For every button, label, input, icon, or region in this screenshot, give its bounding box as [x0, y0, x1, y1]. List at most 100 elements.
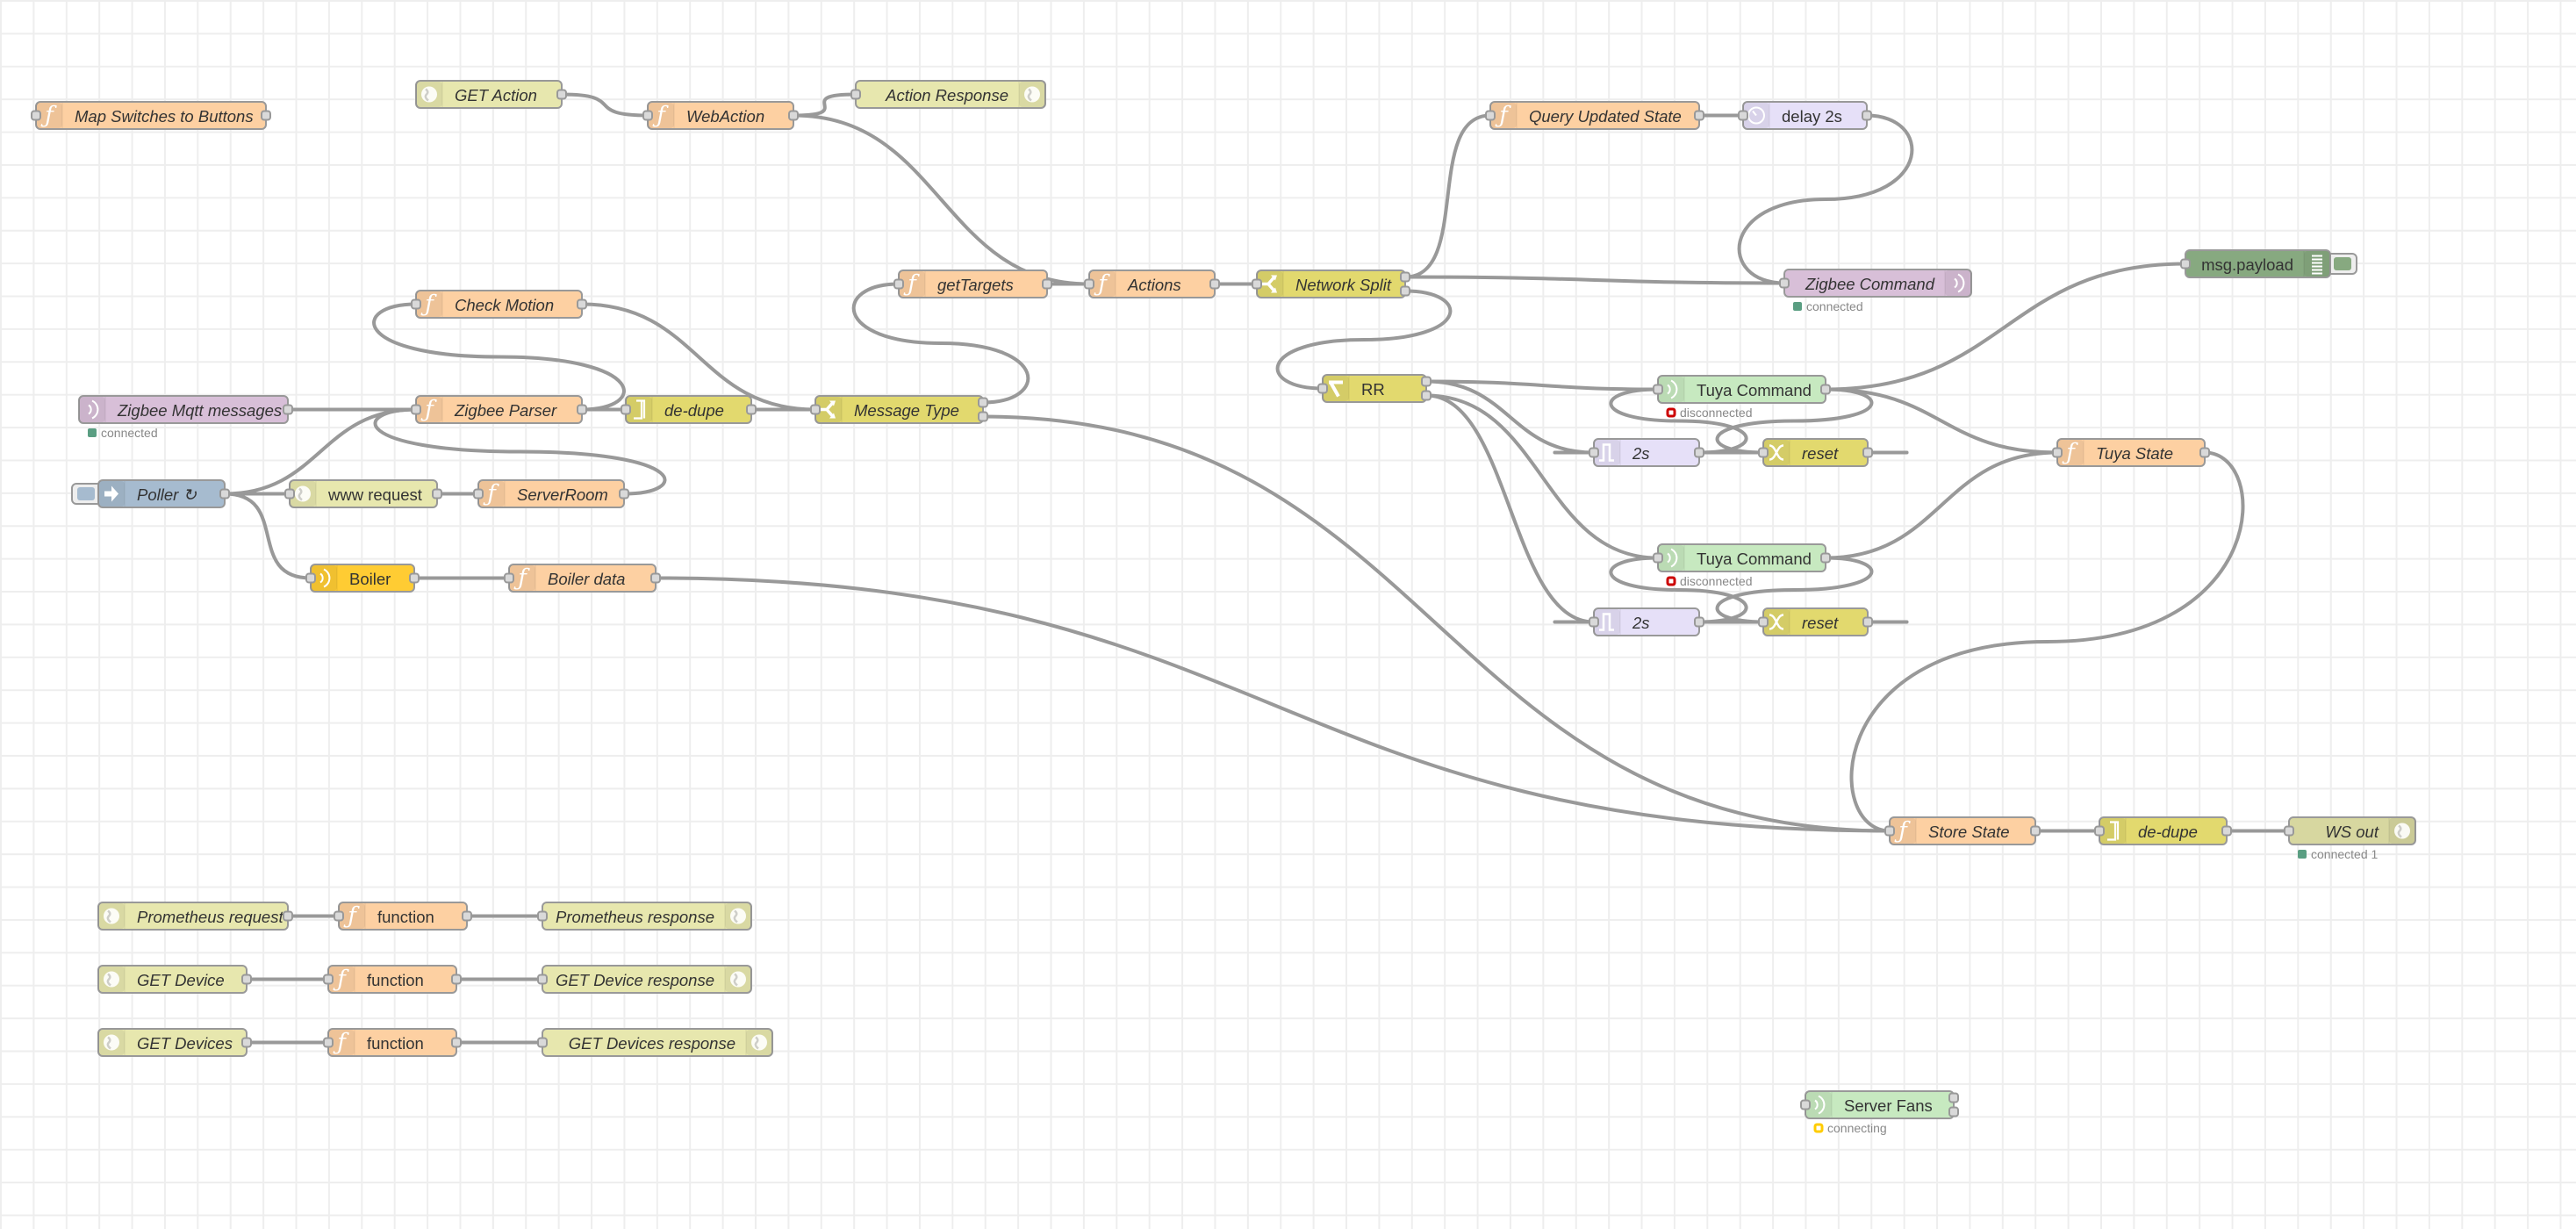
- node-trigger-2s-1[interactable]: 2s: [1589, 438, 1704, 467]
- node-check-motion[interactable]: ƒ Check Motion: [411, 290, 587, 319]
- node-message-type[interactable]: Message Type: [810, 395, 988, 424]
- input-port[interactable]: [2094, 825, 2105, 837]
- output-port[interactable]: [1421, 390, 1432, 401]
- output-port[interactable]: [2030, 825, 2041, 837]
- output-port[interactable]: [1820, 552, 1831, 564]
- node-boiler[interactable]: Boiler: [305, 564, 420, 593]
- node-tuya-command-1[interactable]: Tuya Command disconnected: [1653, 375, 1831, 420]
- node-function-3[interactable]: ƒ function: [323, 1028, 462, 1057]
- wire-delay-2s-to-zigbee-command[interactable]: [1737, 113, 1914, 285]
- node-delay-2s[interactable]: delay 2s: [1738, 101, 1872, 130]
- output-port[interactable]: [619, 488, 629, 500]
- input-port[interactable]: [1485, 110, 1496, 121]
- output-port[interactable]: [1694, 616, 1704, 628]
- node-webaction[interactable]: ƒ WebAction: [642, 101, 799, 130]
- input-port[interactable]: [411, 298, 421, 310]
- wire-webaction-to-action-response[interactable]: [793, 92, 857, 118]
- wire-boiler-data-to-store-state[interactable]: [655, 576, 1891, 833]
- output-port[interactable]: [746, 404, 757, 415]
- node-store-state[interactable]: ƒ Store State: [1884, 816, 2041, 845]
- output-port[interactable]: [1400, 271, 1410, 283]
- input-port[interactable]: [305, 572, 316, 584]
- input-port[interactable]: [1653, 384, 1663, 395]
- input-port[interactable]: [1758, 616, 1769, 628]
- output-port[interactable]: [978, 411, 988, 422]
- node-www-request[interactable]: www request: [284, 479, 442, 508]
- input-port[interactable]: [1653, 552, 1663, 564]
- input-port[interactable]: [537, 1037, 548, 1048]
- debug-toggle-face[interactable]: [2334, 257, 2351, 270]
- output-port[interactable]: [219, 488, 230, 500]
- node-gettargets[interactable]: ƒ getTargets: [893, 270, 1052, 298]
- input-port[interactable]: [537, 910, 548, 922]
- node-zigbee-mqtt[interactable]: Zigbee Mqtt messages connected: [78, 395, 293, 440]
- output-port[interactable]: [1862, 616, 1873, 628]
- output-port[interactable]: [1421, 376, 1432, 387]
- input-port[interactable]: [473, 488, 484, 500]
- input-port[interactable]: [1779, 277, 1790, 289]
- output-port[interactable]: [577, 298, 587, 310]
- output-port[interactable]: [1042, 278, 1052, 290]
- output-port[interactable]: [283, 910, 293, 922]
- wire-rr-to-trigger-2s-1[interactable]: [1425, 379, 1595, 455]
- input-port[interactable]: [1884, 825, 1895, 837]
- node-dedupe-2[interactable]: de-dupe: [2094, 816, 2232, 845]
- node-tuya-command-2[interactable]: Tuya Command disconnected: [1653, 543, 1831, 588]
- output-port[interactable]: [788, 110, 799, 121]
- input-port[interactable]: [1758, 447, 1769, 458]
- input-port[interactable]: [2180, 258, 2191, 270]
- output-port[interactable]: [650, 572, 661, 584]
- wire-network-split-to-zigbee-command[interactable]: [1404, 275, 1785, 285]
- output-port[interactable]: [261, 110, 271, 121]
- input-port[interactable]: [1589, 447, 1599, 458]
- node-reset-2[interactable]: reset: [1758, 607, 1873, 636]
- output-port[interactable]: [1694, 447, 1704, 458]
- input-port[interactable]: [323, 1037, 334, 1048]
- wire-tuya-command-2-to-tuya-state[interactable]: [1825, 450, 2058, 560]
- node-get-device-response[interactable]: GET Device response: [537, 965, 752, 994]
- input-port[interactable]: [810, 404, 821, 415]
- flow-canvas[interactable]: ƒ Map Switches to Buttons GET Action ƒ WebAc…: [0, 0, 2576, 1229]
- output-port[interactable]: [1862, 110, 1872, 121]
- output-port[interactable]: [1948, 1106, 1959, 1118]
- output-port[interactable]: [1209, 278, 1220, 290]
- input-port[interactable]: [1317, 383, 1328, 394]
- output-port[interactable]: [1862, 447, 1873, 458]
- output-port[interactable]: [241, 974, 252, 985]
- input-port[interactable]: [334, 910, 344, 922]
- wire-rr-to-tuya-command-2[interactable]: [1425, 393, 1659, 560]
- node-dedupe-1[interactable]: de-dupe: [621, 395, 757, 424]
- input-port[interactable]: [284, 488, 295, 500]
- input-port[interactable]: [1084, 278, 1094, 290]
- output-port[interactable]: [978, 397, 988, 408]
- output-port[interactable]: [1948, 1092, 1959, 1103]
- input-port[interactable]: [893, 278, 904, 290]
- input-port[interactable]: [1738, 110, 1748, 121]
- output-port[interactable]: [241, 1037, 252, 1048]
- output-port[interactable]: [1400, 285, 1410, 297]
- input-port[interactable]: [621, 404, 631, 415]
- output-port[interactable]: [1694, 110, 1704, 121]
- node-query-updated-state[interactable]: ƒ Query Updated State: [1485, 101, 1704, 130]
- node-action-response[interactable]: Action Response: [850, 80, 1046, 109]
- flow-workspace[interactable]: ƒ Map Switches to Buttons GET Action ƒ WebAc…: [0, 0, 2576, 1229]
- output-port[interactable]: [451, 1037, 462, 1048]
- node-actions[interactable]: ƒ Actions: [1084, 270, 1220, 298]
- node-prometheus-request[interactable]: Prometheus request: [97, 902, 293, 931]
- node-tuya-state[interactable]: ƒ Tuya State: [2052, 438, 2210, 467]
- output-port[interactable]: [1820, 384, 1831, 395]
- node-function-1[interactable]: ƒ function: [334, 902, 472, 931]
- input-port[interactable]: [31, 110, 41, 121]
- node-zigbee-command[interactable]: Zigbee Command connected: [1779, 269, 1972, 313]
- node-function-2[interactable]: ƒ function: [323, 965, 462, 994]
- node-reset-1[interactable]: reset: [1758, 438, 1873, 467]
- input-port[interactable]: [1252, 278, 1262, 290]
- node-serverroom[interactable]: ƒ ServerRoom: [473, 479, 629, 508]
- output-port[interactable]: [409, 572, 420, 584]
- output-port[interactable]: [462, 910, 472, 922]
- wire-get-action-to-webaction[interactable]: [561, 92, 649, 118]
- input-port[interactable]: [642, 110, 653, 121]
- node-rr[interactable]: RR: [1317, 374, 1432, 403]
- node-prometheus-response[interactable]: Prometheus response: [537, 902, 752, 931]
- node-get-devices-response[interactable]: GET Devices response: [537, 1028, 773, 1057]
